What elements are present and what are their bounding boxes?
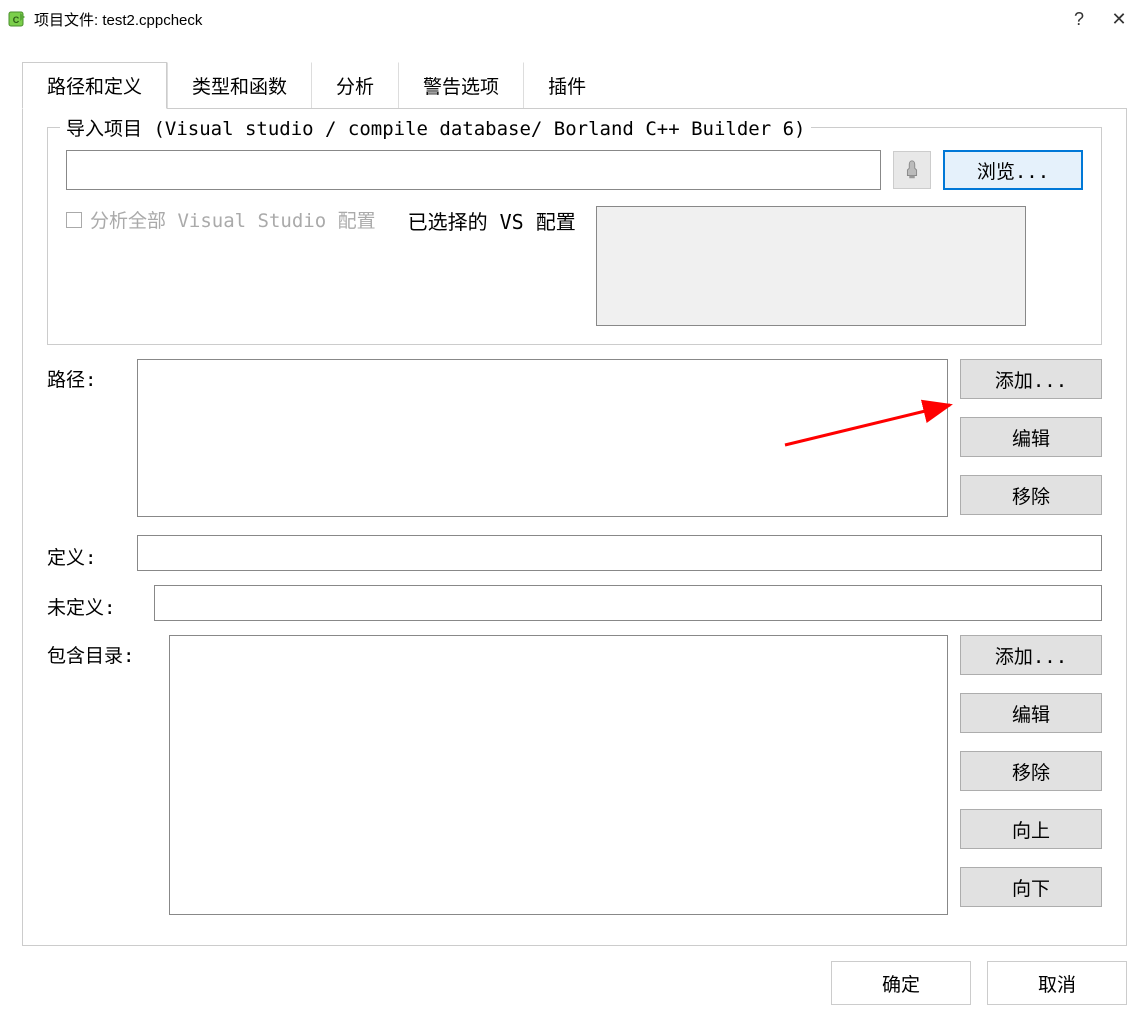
paths-list[interactable] [137, 359, 948, 517]
paths-add-button[interactable]: 添加... [960, 359, 1102, 399]
includes-down-button[interactable]: 向下 [960, 867, 1102, 907]
vs-config-list[interactable] [596, 206, 1026, 326]
tab-warning-options[interactable]: 警告选项 [398, 62, 523, 109]
includes-remove-button[interactable]: 移除 [960, 751, 1102, 791]
tab-pane-paths-defines: 导入项目 (Visual studio / compile database/ … [22, 108, 1127, 946]
tab-analysis[interactable]: 分析 [311, 62, 398, 109]
svg-text:C: C [13, 15, 20, 25]
cancel-button[interactable]: 取消 [987, 961, 1127, 1005]
analyze-all-vs-label: 分析全部 Visual Studio 配置 [90, 206, 376, 233]
close-icon[interactable]: ✕ [1099, 9, 1139, 30]
ok-button[interactable]: 确定 [831, 961, 971, 1005]
undefines-label: 未定义: [47, 587, 142, 620]
import-project-title: 导入项目 (Visual studio / compile database/ … [60, 114, 811, 141]
browse-button[interactable]: 浏览... [943, 150, 1083, 190]
tab-paths-defines[interactable]: 路径和定义 [22, 62, 167, 109]
includes-edit-button[interactable]: 编辑 [960, 693, 1102, 733]
include-dirs-label: 包含目录: [47, 635, 157, 668]
paths-remove-button[interactable]: 移除 [960, 475, 1102, 515]
import-project-group: 导入项目 (Visual studio / compile database/ … [47, 127, 1102, 345]
undefines-input[interactable] [154, 585, 1102, 621]
defines-label: 定义: [47, 537, 125, 570]
include-dirs-list[interactable] [169, 635, 948, 915]
paths-edit-button[interactable]: 编辑 [960, 417, 1102, 457]
analyze-all-vs-checkbox [66, 212, 82, 228]
tab-plugins[interactable]: 插件 [523, 62, 610, 109]
selected-vs-config-label: 已选择的 VS 配置 [408, 206, 576, 235]
tab-types-functions[interactable]: 类型和函数 [167, 62, 311, 109]
dialog-footer: 确定 取消 [831, 961, 1127, 1005]
window-title: 项目文件: test2.cppcheck [34, 9, 1059, 30]
help-icon[interactable]: ? [1059, 9, 1099, 30]
includes-add-button[interactable]: 添加... [960, 635, 1102, 675]
import-project-path-input[interactable] [66, 150, 881, 190]
defines-input[interactable] [137, 535, 1102, 571]
includes-up-button[interactable]: 向上 [960, 809, 1102, 849]
titlebar: C 项目文件: test2.cppcheck ? ✕ [0, 0, 1147, 38]
app-icon: C [8, 9, 28, 29]
paths-label: 路径: [47, 359, 125, 392]
tabs: 路径和定义 类型和函数 分析 警告选项 插件 [22, 62, 1147, 109]
build-icon[interactable] [893, 151, 931, 189]
